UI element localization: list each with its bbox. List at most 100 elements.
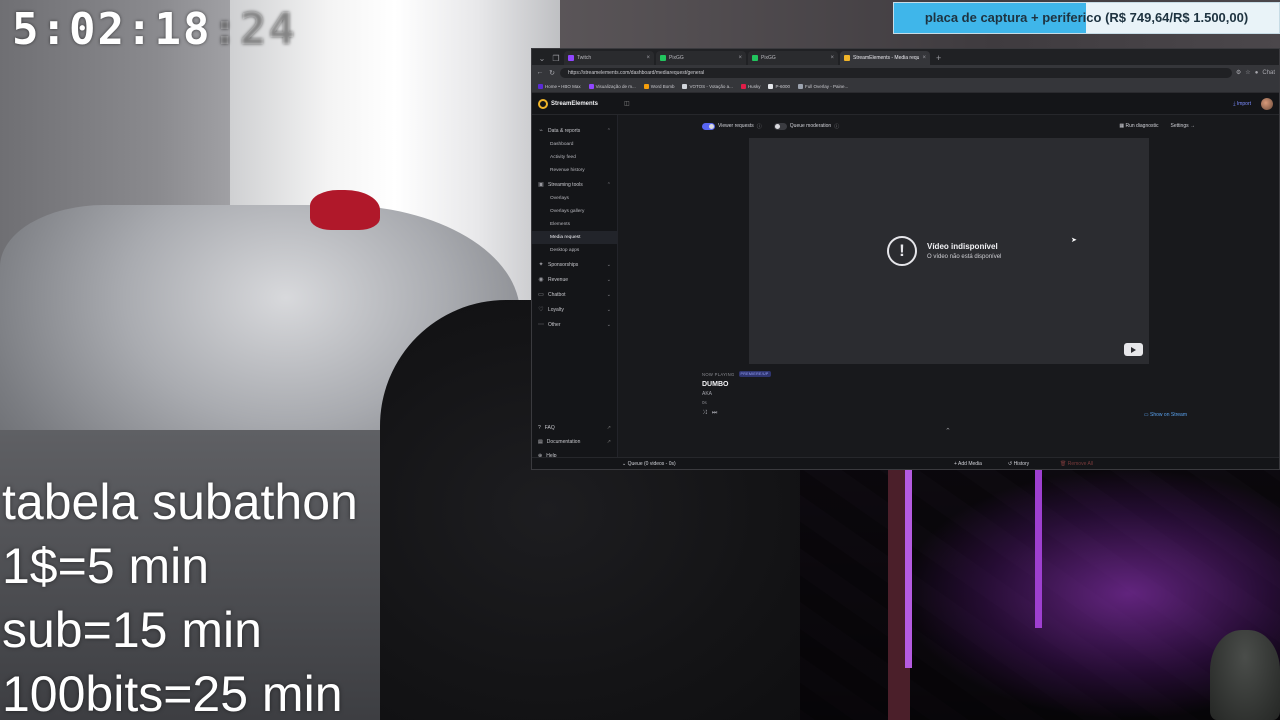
sidebar-item-desktop-apps[interactable]: Desktop apps [532,244,617,257]
run-diagnostic-button[interactable]: ▦ Run diagnostic [1119,123,1158,129]
add-media-button[interactable]: + Add Media [954,461,982,467]
tab-label: StreamElements - Media request [853,55,920,61]
queue-moderation-label: Queue moderation [789,123,832,129]
sidebar-item-elements[interactable]: Elements [532,218,617,231]
tab-group-icon[interactable]: ❐ [550,53,562,65]
video-error-title: Vídeo indisponível [927,242,998,251]
chat-icon: ▭ [538,292,544,298]
profile-icon[interactable]: ● [1255,70,1259,76]
sidebar-item-overlays-gallery[interactable]: Overlays gallery [532,205,617,218]
address-row: ← ↻ https://streamelements.com/dashboard… [532,65,1279,80]
bookmark-icon [682,83,688,89]
chevron-down-icon: ⌄ [606,321,611,328]
history-button[interactable]: ↺ History [1008,461,1029,467]
next-track-icon[interactable]: ⏭ [712,410,717,417]
extension-icon[interactable]: ⚙ [1236,69,1241,76]
tab-label: Twitch [577,55,592,61]
sidebar-group-sponsorships[interactable]: ✦ Sponsorships ⌄ [532,257,617,272]
bookmark-item[interactable]: Word Bomb [643,83,674,89]
bookmark-item[interactable]: Full Overlay - Paine... [797,83,848,89]
sidebar-group-data-reports[interactable]: ⌁ Data & reports ⌃ [532,123,617,138]
tab-streamelements[interactable]: StreamElements - Media request × [840,51,930,65]
bookmark-star-icon[interactable]: ☆ [1245,69,1250,76]
arrow-right-icon: → [1188,123,1195,129]
mouse-cursor-icon: ➤ [1071,237,1077,244]
tab-search-icon[interactable]: ⌄ [536,53,548,65]
now-playing-badge: PREMIERE/UP [738,371,771,377]
sidebar-item-overlays[interactable]: Overlays [532,192,617,205]
documentation-label: Documentation [546,439,581,445]
tab-pixgg[interactable]: PixGG × [748,51,838,65]
subathon-table: tabela subathon 1$=5 min sub=15 min 100b… [2,470,358,720]
now-playing-duration: 0s [702,400,707,405]
video-error-text: Vídeo indisponível O vídeo não está disp… [927,242,1001,260]
sidebar-item-dashboard[interactable]: Dashboard [532,138,617,151]
help-circle-icon[interactable]: ⓘ [757,123,762,130]
chevron-up-icon[interactable]: ⌃ [945,427,951,435]
close-icon[interactable]: × [646,51,650,65]
media-request-main: Viewer requests ⓘ Queue moderation ⓘ ▦ Run… [618,115,1279,469]
twitch-icon [568,55,574,61]
settings-button[interactable]: Settings → [1171,123,1195,129]
sidebar-group-loyalty[interactable]: ♡ Loyalty ⌄ [532,302,617,317]
help-circle-icon[interactable]: ⓘ [834,123,839,130]
bookmark-item[interactable]: P-6000 [768,83,790,89]
user-avatar[interactable] [1261,97,1273,110]
chat-label[interactable]: Chat [1262,70,1275,76]
sidebar-item-media-request[interactable]: Media request [532,231,617,244]
alert-icon: ! [887,236,917,266]
subathon-title: tabela subathon [2,474,358,530]
sidebar-group-label: Streaming tools [548,181,583,188]
settings-label: Settings [1170,123,1189,129]
sidebar-item-activity-feed[interactable]: Activity feed [532,151,617,164]
address-bar[interactable]: https://streamelements.com/dashboard/med… [560,67,1232,78]
sidebar-group-other[interactable]: ⋯ Other ⌄ [532,317,617,332]
sidebar-group-chatbot[interactable]: ▭ Chatbot ⌄ [532,287,617,302]
bookmark-label: Visualização de m... [595,83,636,89]
remove-all-button[interactable]: 🗑︎ Remove All [1060,461,1093,467]
import-button[interactable]: ⤓ Import [1233,101,1251,107]
bookmark-item[interactable]: VOTOS - Votação a... [682,83,733,89]
now-playing-label-row: NOW PLAYING PREMIERE/UP [702,371,771,377]
queue-toggle[interactable]: ⌄ Queue (0 videos - 0s) [622,461,676,467]
led-strip [1035,468,1042,628]
close-icon[interactable]: × [922,51,926,65]
queue-moderation-toggle[interactable]: Queue moderation ⓘ [773,122,839,130]
documentation-link[interactable]: ▤ Documentation ↗ [532,435,617,449]
new-tab-icon[interactable]: + [932,51,945,65]
brand-logo[interactable]: StreamElements [538,98,624,109]
sidebar-group-streaming-tools[interactable]: ▣ Streaming tools ⌃ [532,177,617,192]
tab-pixgg[interactable]: PixGG × [656,51,746,65]
skip-icon[interactable]: ⤨ [702,410,707,417]
app-topbar: StreamElements ◫ ⤓ Import [532,93,1279,115]
close-icon[interactable]: × [738,51,742,65]
sidebar-group-revenue[interactable]: ◉ Revenue ⌄ [532,272,617,287]
bookmark-icon [797,83,803,89]
sidebar-item-revenue-history[interactable]: Revenue history [532,164,617,177]
bookmark-item[interactable]: Husky [740,83,760,89]
collapse-sidebar-icon[interactable]: ◫ [624,100,630,107]
bookmark-icon [538,83,543,89]
controls-right: ▦ Run diagnostic Settings → [1119,123,1195,129]
external-link-icon: ↗ [606,439,611,445]
toggle-switch[interactable] [702,122,715,130]
show-on-stream-button[interactable]: ▭ Show on Stream [1144,412,1187,418]
back-icon[interactable]: ← [536,69,544,76]
dollar-icon: ◉ [538,277,544,283]
run-diagnostic-label: Run diagnostic [1125,123,1159,129]
toggle-switch[interactable] [773,122,787,130]
bookmark-item[interactable]: Home • HBO Max [538,83,581,89]
chevron-down-icon: ⌄ [606,261,611,268]
close-icon[interactable]: × [830,51,834,65]
youtube-player[interactable]: ! Vídeo indisponível O vídeo não está di… [749,138,1149,364]
viewer-requests-toggle[interactable]: Viewer requests ⓘ [702,122,762,130]
faq-link[interactable]: ? FAQ ↗ [532,421,617,435]
bookmark-item[interactable]: Visualização de m... [588,83,636,89]
remove-all-label: Remove All [1067,461,1094,467]
media-request-controls: Viewer requests ⓘ Queue moderation ⓘ ▦ Run… [702,121,1195,131]
youtube-icon[interactable] [1124,343,1143,356]
reload-icon[interactable]: ↻ [548,69,556,77]
bookmark-icon [588,83,594,89]
tab-label: PixGG [669,55,684,61]
tab-twitch[interactable]: Twitch × [564,51,654,65]
